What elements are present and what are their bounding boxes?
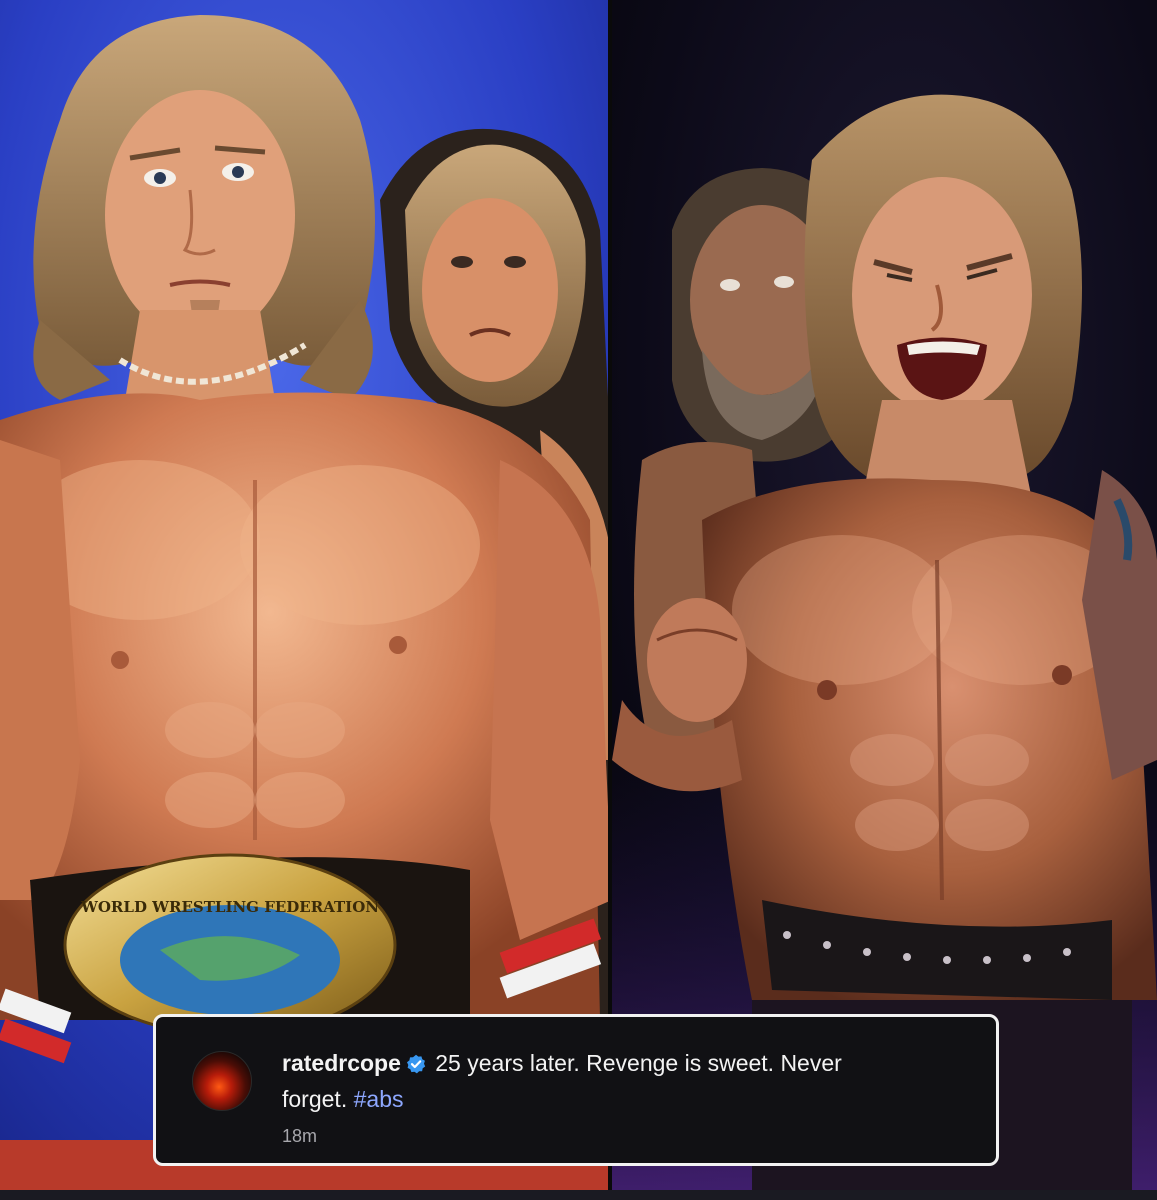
bottom-strip [0,1190,1157,1200]
comment-card: ratedrcope 25 years later. Revenge is sw… [153,1014,999,1166]
comment-text-line1: 25 years later. Revenge is sweet. Never [435,1050,842,1076]
hashtag-link[interactable]: #abs [354,1086,404,1112]
verified-badge-icon [406,1050,426,1083]
avatar[interactable] [192,1051,252,1111]
comment-timestamp: 18m [282,1126,318,1146]
comment-text-line2: forget. [282,1086,348,1112]
comment-username[interactable]: ratedrcope [282,1050,401,1076]
comment-body: ratedrcope 25 years later. Revenge is sw… [282,1047,922,1116]
belt-text: WORLD WRESTLING FEDERATION [80,898,379,916]
